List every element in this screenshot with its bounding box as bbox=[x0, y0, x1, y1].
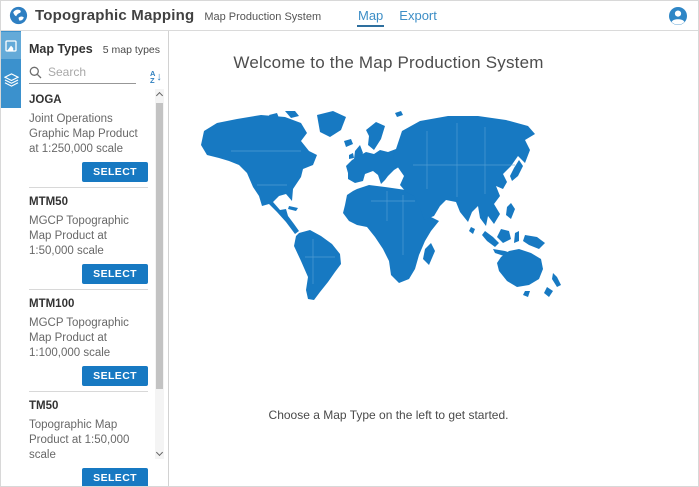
list-item-joga: JOGA Joint Operations Graphic Map Produc… bbox=[29, 86, 148, 188]
app-logo-globe-icon bbox=[9, 6, 28, 25]
map-type-name: MTM100 bbox=[29, 298, 148, 310]
map-type-name: TM50 bbox=[29, 400, 148, 412]
select-button-tm50[interactable]: SELECT bbox=[82, 468, 148, 486]
search-row: A Z ↓ bbox=[29, 65, 160, 84]
app-subtitle: Map Production System bbox=[204, 9, 321, 23]
map-types-panel: Map Types 5 map types A Z ↓ bbox=[21, 31, 168, 486]
panel-title: Map Types bbox=[29, 42, 93, 56]
select-button-joga[interactable]: SELECT bbox=[82, 162, 148, 182]
header-tabs: Map Export bbox=[358, 1, 437, 30]
map-types-count: 5 map types bbox=[103, 44, 160, 56]
sort-arrow-icon: ↓ bbox=[156, 72, 162, 83]
scroll-down-icon[interactable] bbox=[156, 449, 163, 456]
tab-export[interactable]: Export bbox=[399, 1, 437, 30]
select-button-mtm100[interactable]: SELECT bbox=[82, 366, 148, 386]
user-avatar-button[interactable] bbox=[668, 6, 688, 26]
map-panel-icon bbox=[5, 40, 17, 52]
app-title: Topographic Mapping bbox=[35, 7, 194, 24]
main-content: Welcome to the Map Production System bbox=[169, 31, 698, 486]
scrollbar-thumb[interactable] bbox=[156, 103, 163, 389]
map-panel-tool-button[interactable] bbox=[1, 32, 21, 59]
map-types-sidebar: Map Types 5 map types A Z ↓ bbox=[1, 31, 169, 486]
layers-icon bbox=[4, 73, 19, 87]
search-box bbox=[29, 65, 136, 84]
get-started-caption: Choose a Map Type on the left to get sta… bbox=[189, 408, 588, 422]
sort-alphabetical-button[interactable]: A Z ↓ bbox=[150, 70, 162, 84]
search-icon bbox=[29, 66, 42, 79]
map-type-list: JOGA Joint Operations Graphic Map Produc… bbox=[21, 86, 168, 486]
select-button-mtm50[interactable]: SELECT bbox=[82, 264, 148, 284]
welcome-heading: Welcome to the Map Production System bbox=[189, 53, 588, 73]
action-bar bbox=[1, 31, 21, 108]
map-type-description: Topographic Map Product at 1:50,000 scal… bbox=[29, 418, 147, 463]
list-item-mtm100: MTM100 MGCP Topographic Map Product at 1… bbox=[29, 290, 148, 392]
map-type-description: MGCP Topographic Map Product at 1:100,00… bbox=[29, 316, 147, 361]
world-map-image bbox=[189, 109, 589, 309]
sidebar-scrollbar[interactable] bbox=[155, 89, 164, 459]
app-header: Topographic Mapping Map Production Syste… bbox=[1, 1, 698, 31]
list-item-tm50: TM50 Topographic Map Product at 1:50,000… bbox=[29, 392, 148, 486]
tab-map[interactable]: Map bbox=[358, 1, 383, 30]
map-type-description: MGCP Topographic Map Product at 1:50,000… bbox=[29, 214, 147, 259]
scroll-up-icon[interactable] bbox=[156, 92, 163, 99]
layers-tool-button[interactable] bbox=[1, 66, 21, 93]
map-type-name: MTM50 bbox=[29, 196, 148, 208]
search-input[interactable] bbox=[48, 65, 136, 79]
map-type-description: Joint Operations Graphic Map Product at … bbox=[29, 112, 147, 157]
map-type-name: JOGA bbox=[29, 94, 148, 106]
panel-header: Map Types 5 map types bbox=[21, 31, 168, 56]
sort-az-icon: A Z bbox=[150, 70, 155, 84]
app-window: Topographic Mapping Map Production Syste… bbox=[0, 0, 699, 487]
list-item-mtm50: MTM50 MGCP Topographic Map Product at 1:… bbox=[29, 188, 148, 290]
